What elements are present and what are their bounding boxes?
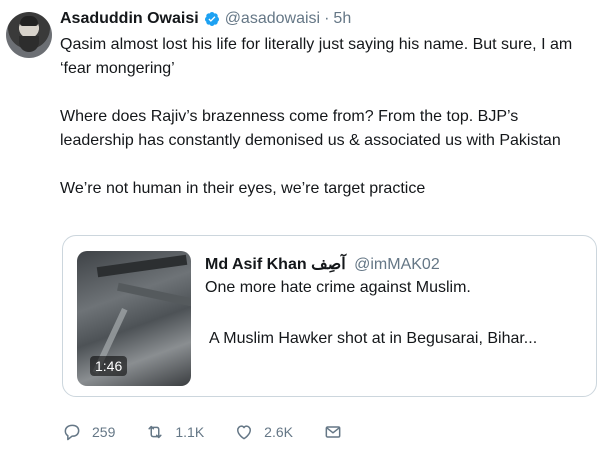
tweet-header: Asaduddin Owaisi @asadowaisi · 5h bbox=[60, 8, 351, 30]
tweet-actions: 259 1.1K 2.6K bbox=[62, 422, 383, 442]
video-duration: 1:46 bbox=[90, 356, 128, 376]
author-handle[interactable]: @asadowaisi bbox=[225, 10, 320, 28]
tweet-paragraph: We’re not human in their eyes, we’re tar… bbox=[60, 180, 426, 197]
retweet-button[interactable]: 1.1K bbox=[145, 422, 204, 442]
retweet-count: 1.1K bbox=[175, 424, 205, 440]
avatar-cap bbox=[20, 16, 38, 26]
tweet-card[interactable]: Asaduddin Owaisi @asadowaisi · 5h Qasim … bbox=[0, 0, 600, 450]
quoted-author-handle[interactable]: @imMAK02 bbox=[354, 256, 440, 273]
quoted-author-name[interactable]: Md Asif Khan آصِف bbox=[205, 256, 346, 273]
quoted-text-line: A Muslim Hawker shot at in Begusarai, Bi… bbox=[209, 330, 538, 347]
video-thumbnail[interactable]: 1:46 bbox=[77, 251, 191, 386]
verified-badge-icon bbox=[204, 11, 220, 27]
quoted-text-line: One more hate crime against Muslim. bbox=[205, 279, 471, 296]
reply-count: 259 bbox=[92, 424, 116, 440]
direct-message-button[interactable] bbox=[323, 422, 353, 442]
author-name[interactable]: Asaduddin Owaisi bbox=[60, 10, 199, 28]
like-button[interactable]: 2.6K bbox=[234, 422, 293, 442]
quoted-tweet[interactable]: 1:46 Md Asif Khan آصِف @imMAK02 One more… bbox=[62, 235, 597, 397]
reply-button[interactable]: 259 bbox=[62, 422, 115, 442]
avatar-beard bbox=[19, 36, 39, 52]
envelope-icon bbox=[325, 426, 341, 438]
tweet-paragraph: Where does Rajiv’s brazenness come from?… bbox=[60, 108, 561, 149]
tweet-timestamp[interactable]: 5h bbox=[333, 10, 351, 28]
like-count: 2.6K bbox=[264, 424, 293, 440]
retweet-icon bbox=[148, 425, 162, 439]
quoted-header: Md Asif Khan آصِف @imMAK02 bbox=[205, 254, 440, 274]
heart-icon bbox=[237, 425, 252, 440]
author-avatar[interactable] bbox=[6, 12, 52, 58]
reply-icon bbox=[64, 424, 80, 441]
tweet-paragraph: Qasim almost lost his life for literally… bbox=[60, 36, 573, 77]
tweet-text: Qasim almost lost his life for literally… bbox=[60, 33, 596, 201]
separator-dot: · bbox=[324, 10, 330, 27]
